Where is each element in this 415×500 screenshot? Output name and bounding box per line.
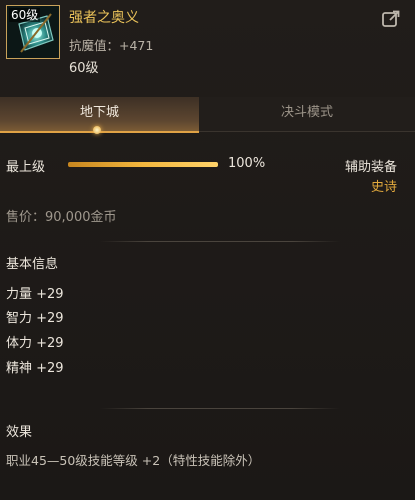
grade-progress-bar bbox=[68, 162, 218, 167]
external-link-icon[interactable] bbox=[381, 9, 401, 29]
divider bbox=[100, 408, 340, 409]
item-level-tag: 60级 bbox=[9, 8, 41, 22]
item-level: 60级 bbox=[69, 61, 99, 76]
attribute-intelligence: 智力 +29 bbox=[6, 311, 64, 326]
basic-info-title: 基本信息 bbox=[6, 257, 59, 272]
mode-tabs: 地下城 决斗模式 bbox=[0, 97, 415, 133]
attribute-strength: 力量 +29 bbox=[6, 287, 64, 302]
attribute-spirit: 精神 +29 bbox=[6, 361, 64, 376]
item-stat: 抗魔值：+471 bbox=[69, 38, 154, 53]
rarity-label: 史诗 bbox=[370, 180, 397, 195]
effect-title: 效果 bbox=[6, 425, 33, 440]
divider bbox=[100, 241, 340, 242]
attribute-vitality: 体力 +29 bbox=[6, 336, 64, 351]
item-tooltip-panel: 60级 强者之奥义 抗魔值：+471 60级 地下城 决斗模式 最上级 100%… bbox=[0, 0, 415, 500]
item-icon: 60级 bbox=[6, 5, 60, 59]
slot-type: 辅助装备 bbox=[344, 160, 397, 175]
grade-percent: 100% bbox=[228, 156, 266, 171]
effect-text: 职业45—50级技能等级 +2（特性技能除外） bbox=[6, 453, 261, 468]
grade-progress-fill bbox=[68, 162, 218, 167]
tab-duel-mode[interactable]: 决斗模式 bbox=[199, 97, 415, 132]
active-tab-indicator bbox=[93, 126, 101, 134]
item-name: 强者之奥义 bbox=[69, 10, 139, 26]
sell-price: 售价：90,000金币 bbox=[6, 210, 117, 225]
grade-label: 最上级 bbox=[6, 160, 46, 175]
